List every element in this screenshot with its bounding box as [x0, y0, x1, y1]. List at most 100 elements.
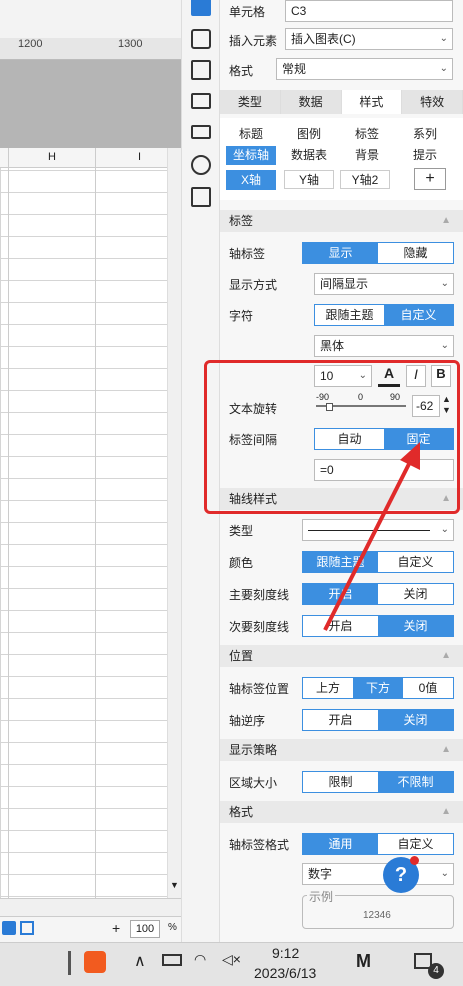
add-axis-button[interactable]: + — [414, 168, 446, 190]
no-limit-option[interactable]: 不限制 — [378, 772, 453, 792]
collapse-icon[interactable]: ▲ — [441, 645, 451, 667]
insert-label: 插入元素 — [229, 34, 278, 48]
line-type-label: 类型 — [229, 524, 254, 538]
show-option[interactable]: 显示 — [303, 243, 378, 263]
grid-app-icon[interactable] — [20, 921, 34, 935]
format-select[interactable]: 常规 ⌄ — [276, 58, 453, 80]
info-icon[interactable] — [191, 29, 211, 49]
font-row: 字符 跟随主题 自定义 — [220, 304, 463, 326]
cell-input[interactable]: C3 — [285, 0, 453, 22]
axis-tab-y2[interactable]: Y轴2 — [340, 170, 390, 189]
chevron-up-icon[interactable]: ∧ — [134, 951, 146, 971]
top-option[interactable]: 上方 — [303, 678, 353, 698]
label-format-toggle: 通用 自定义 — [302, 833, 454, 855]
axis-tab-x[interactable]: X轴 — [226, 170, 276, 190]
tab-type[interactable]: 类型 — [220, 90, 281, 114]
horizontal-scrollbar[interactable] — [0, 898, 181, 916]
ruler-tick: 1300 — [118, 38, 143, 50]
zero-option[interactable]: 0值 — [403, 678, 453, 698]
insert-row: 插入元素 插入图表(C) ⌄ — [220, 28, 463, 50]
volume-mute-icon[interactable]: ◁× — [222, 951, 241, 968]
label-pos-row: 轴标签位置 上方 下方 0值 — [220, 677, 463, 699]
subtab-title[interactable]: 标题 — [226, 125, 276, 144]
area-size-label: 区域大小 — [229, 776, 278, 790]
chevron-down-icon: ⌄ — [440, 340, 449, 351]
zoom-input[interactable]: 100 — [130, 920, 160, 938]
clock-time[interactable]: 9:12 — [272, 945, 299, 961]
input-method-icon[interactable] — [84, 951, 106, 973]
font-source-toggle: 跟随主题 自定义 — [314, 304, 454, 326]
insert-select[interactable]: 插入图表(C) ⌄ — [285, 28, 453, 50]
battery-icon[interactable] — [162, 954, 182, 966]
font-family-value: 黑体 — [320, 339, 345, 353]
section-strategy: 显示策略 ▲ — [220, 739, 463, 761]
hide-option[interactable]: 隐藏 — [378, 243, 453, 263]
col-header-i[interactable]: I — [138, 151, 141, 163]
zoom-in-button[interactable]: + — [112, 920, 120, 936]
insert-value: 插入图表(C) — [291, 32, 356, 46]
dropdown-widget-icon[interactable] — [191, 93, 211, 109]
tab-style[interactable]: 样式 — [341, 90, 403, 114]
chevron-down-icon: ⌄ — [440, 524, 449, 535]
link-icon[interactable] — [191, 155, 211, 175]
subtab-tooltip[interactable]: 提示 — [400, 146, 450, 165]
format-label: 格式 — [229, 64, 254, 78]
cell-grid-icon[interactable] — [191, 0, 211, 16]
subtab-axis[interactable]: 坐标轴 — [226, 146, 276, 165]
column-header: H I — [0, 148, 167, 168]
zoom-bar: + 100 % — [0, 916, 181, 942]
collapse-icon[interactable]: ▲ — [441, 210, 451, 232]
axis-tab-y[interactable]: Y轴 — [284, 170, 334, 189]
collapse-icon[interactable]: ▲ — [441, 739, 451, 761]
tab-effect[interactable]: 特效 — [402, 90, 463, 114]
grid-line — [95, 148, 96, 898]
number-format-select[interactable]: 数字 ⌄ — [302, 863, 454, 885]
area-size-toggle: 限制 不限制 — [302, 771, 454, 793]
subtab-background[interactable]: 背景 — [342, 146, 392, 165]
section-format-text: 格式 — [229, 805, 254, 819]
follow-theme-option[interactable]: 跟随主题 — [315, 305, 384, 325]
taskbar: ∧ ◠ ◁× 9:12 2023/6/13 M 4 — [0, 942, 463, 986]
collapse-icon[interactable]: ▲ — [441, 801, 451, 823]
cell-grid[interactable] — [0, 148, 181, 898]
label-format-row: 轴标签格式 通用 自定义 — [220, 833, 463, 855]
frame-icon[interactable] — [191, 60, 211, 80]
tab-data[interactable]: 数据 — [281, 90, 342, 114]
app-logo-icon[interactable]: M — [356, 951, 371, 972]
wifi-icon[interactable]: ◠ — [194, 951, 206, 968]
red-arrow — [323, 442, 420, 631]
display-mode-select[interactable]: 间隔显示 ⌄ — [314, 273, 454, 295]
label-pos-toggle: 上方 下方 0值 — [302, 677, 454, 699]
section-format: 格式 ▲ — [220, 801, 463, 823]
subtab-legend[interactable]: 图例 — [284, 125, 334, 144]
section-strategy-text: 显示策略 — [229, 743, 278, 757]
subtab-series[interactable]: 系列 — [400, 125, 450, 144]
custom-option[interactable]: 自定义 — [384, 305, 453, 325]
clock-date[interactable]: 2023/6/13 — [254, 965, 316, 981]
on-option[interactable]: 开启 — [303, 710, 378, 730]
general-option[interactable]: 通用 — [303, 834, 378, 854]
limit-option[interactable]: 限制 — [303, 772, 378, 792]
chevron-down-icon: ⌄ — [439, 33, 448, 44]
subtab-datatable[interactable]: 数据表 — [284, 146, 334, 165]
stack-icon[interactable] — [191, 125, 211, 139]
shirt-icon[interactable] — [2, 921, 16, 935]
section-label-text: 标签 — [229, 214, 254, 228]
axis-label-row: 轴标签 显示 隐藏 — [220, 242, 463, 264]
line-color-label: 颜色 — [229, 556, 254, 570]
font-family-select[interactable]: 黑体 ⌄ — [314, 335, 454, 357]
format-row: 格式 常规 ⌄ — [220, 58, 463, 80]
import-icon[interactable] — [191, 187, 211, 207]
grid-line — [8, 148, 9, 898]
subtab-label[interactable]: 标签 — [342, 125, 392, 144]
vertical-scrollbar[interactable]: ▼ — [167, 148, 181, 918]
section-position-text: 位置 — [229, 649, 254, 663]
off-option[interactable]: 关闭 — [378, 710, 453, 730]
scroll-down-icon[interactable]: ▼ — [170, 880, 179, 890]
main-tabs: 类型 数据 样式 特效 — [220, 90, 463, 114]
custom-option[interactable]: 自定义 — [378, 834, 453, 854]
col-header-h[interactable]: H — [48, 151, 56, 163]
bottom-option[interactable]: 下方 — [353, 678, 403, 698]
example-label: 示例 — [307, 888, 336, 905]
reverse-row: 轴逆序 开启 关闭 — [220, 709, 463, 731]
